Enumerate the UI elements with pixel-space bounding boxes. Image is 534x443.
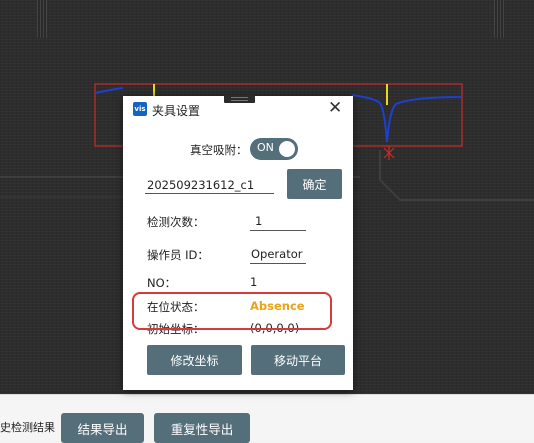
vis-app-icon: vis <box>133 102 147 116</box>
vacuum-toggle[interactable]: ON <box>250 138 298 160</box>
detect-count-label: 检测次数： <box>147 215 205 229</box>
toggle-knob <box>279 141 295 157</box>
operator-id-label: 操作员 ID： <box>147 248 209 262</box>
vacuum-label: 真空吸附： <box>190 143 248 157</box>
export-results-button[interactable]: 结果导出 <box>61 413 144 443</box>
drag-grip-icon[interactable] <box>224 95 255 103</box>
detect-count-field[interactable]: 1 <box>255 214 262 228</box>
close-icon[interactable]: ✕ <box>328 98 342 118</box>
export-repeatability-button[interactable]: 重复性导出 <box>154 413 250 443</box>
fixture-settings-dialog: vis 夹具设置 ✕ 真空吸附： ON 20250923161​2_c1 确定 … <box>123 95 353 390</box>
batch-id-underline <box>145 193 274 194</box>
dialog-title: 夹具设置 <box>152 104 201 118</box>
history-results-label: 史检测结果 <box>0 421 55 434</box>
confirm-button[interactable]: 确定 <box>287 169 342 199</box>
bottom-toolbar: 史检测结果 结果导出 重复性导出 <box>0 394 534 443</box>
modify-coordinate-button[interactable]: 修改坐标 <box>147 345 242 375</box>
no-label: NO： <box>147 276 177 290</box>
target-marker <box>383 146 395 160</box>
operator-id-field[interactable]: Operator <box>251 247 302 261</box>
highlight-annotation-box <box>132 292 332 330</box>
operator-id-underline <box>250 263 306 264</box>
detect-count-underline <box>250 230 306 231</box>
move-platform-button[interactable]: 移动平台 <box>251 345 345 375</box>
no-value: 1 <box>250 275 258 289</box>
toggle-state-label: ON <box>257 141 274 154</box>
batch-id-field[interactable]: 20250923161​2_c1 <box>147 178 254 192</box>
